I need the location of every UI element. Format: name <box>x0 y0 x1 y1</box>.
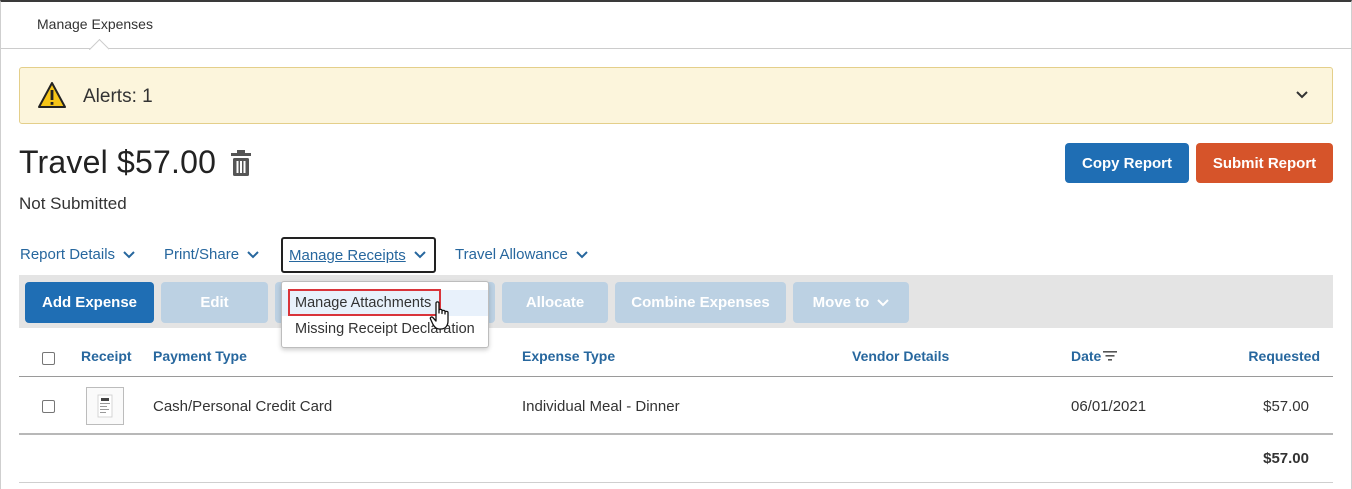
total-amount: $57.00 <box>1263 450 1309 467</box>
cell-date: 06/01/2021 <box>1071 398 1147 415</box>
menu-print-share[interactable]: Print/Share <box>164 246 259 263</box>
trash-icon[interactable] <box>231 150 251 176</box>
chevron-down-icon <box>576 250 588 258</box>
cell-expense-type: Individual Meal - Dinner <box>522 398 680 415</box>
chevron-down-icon <box>247 250 259 258</box>
menu-travel-allowance[interactable]: Travel Allowance <box>455 246 588 263</box>
menu-report-details[interactable]: Report Details <box>20 246 135 263</box>
column-expense-type[interactable]: Expense Type <box>522 348 615 364</box>
move-to-label: Move to <box>812 294 870 311</box>
dropdown-item-manage-attachments[interactable]: Manage Attachments <box>282 289 488 316</box>
expense-table-header: Receipt Payment Type Expense Type Vendor… <box>19 340 1333 377</box>
receipt-image-icon <box>97 394 113 418</box>
menu-report-details-label: Report Details <box>20 246 116 263</box>
select-all-checkbox[interactable] <box>42 352 55 365</box>
submit-report-button[interactable]: Submit Report <box>1196 143 1333 183</box>
active-tab-indicator <box>89 39 109 50</box>
move-to-button[interactable]: Move to <box>793 282 909 323</box>
chevron-down-icon <box>414 251 426 259</box>
report-status: Not Submitted <box>19 194 127 213</box>
tab-strip: Manage Expenses <box>1 2 1351 49</box>
combine-expenses-button[interactable]: Combine Expenses <box>615 282 786 323</box>
menu-manage-receipts-label: Manage Receipts <box>289 246 406 264</box>
row-checkbox[interactable] <box>42 400 55 413</box>
column-requested[interactable]: Requested <box>1248 348 1320 364</box>
receipt-thumbnail[interactable] <box>86 387 124 425</box>
alerts-count: Alerts: 1 <box>83 86 153 107</box>
allocate-button[interactable]: Allocate <box>502 282 608 323</box>
total-row: $57.00 <box>19 437 1333 483</box>
manage-receipts-dropdown: Manage Attachments Missing Receipt Decla… <box>281 281 489 348</box>
add-expense-button[interactable]: Add Expense <box>25 282 154 323</box>
report-title: Travel $57.00 <box>19 144 217 180</box>
menu-print-share-label: Print/Share <box>164 246 240 263</box>
menu-travel-allowance-label: Travel Allowance <box>455 246 568 263</box>
copy-report-button[interactable]: Copy Report <box>1065 143 1189 183</box>
warning-icon <box>38 82 66 108</box>
alerts-banner[interactable]: Alerts: 1 <box>19 67 1333 124</box>
column-date[interactable]: Date <box>1071 348 1101 364</box>
dropdown-item-missing-receipt-declaration[interactable]: Missing Receipt Declaration <box>282 316 488 342</box>
table-row[interactable]: Cash/Personal Credit Card Individual Mea… <box>19 377 1333 435</box>
chevron-down-icon <box>123 250 135 258</box>
menu-manage-receipts[interactable]: Manage Receipts <box>281 237 436 273</box>
expense-toolbar: Add Expense Edit Allocate Combine Expens… <box>19 275 1333 328</box>
column-receipt[interactable]: Receipt <box>81 348 132 364</box>
highlight-box <box>288 289 441 316</box>
column-payment-type[interactable]: Payment Type <box>153 348 247 364</box>
cell-payment-type: Cash/Personal Credit Card <box>153 398 333 415</box>
edit-button[interactable]: Edit <box>161 282 268 323</box>
hand-pointer-icon <box>429 301 449 330</box>
tab-manage-expenses[interactable]: Manage Expenses <box>37 16 153 32</box>
sort-icon[interactable] <box>1103 350 1117 362</box>
chevron-down-icon[interactable] <box>1294 87 1310 103</box>
chevron-down-icon <box>877 298 890 306</box>
cell-requested: $57.00 <box>1263 398 1309 415</box>
column-vendor-details[interactable]: Vendor Details <box>852 348 949 364</box>
